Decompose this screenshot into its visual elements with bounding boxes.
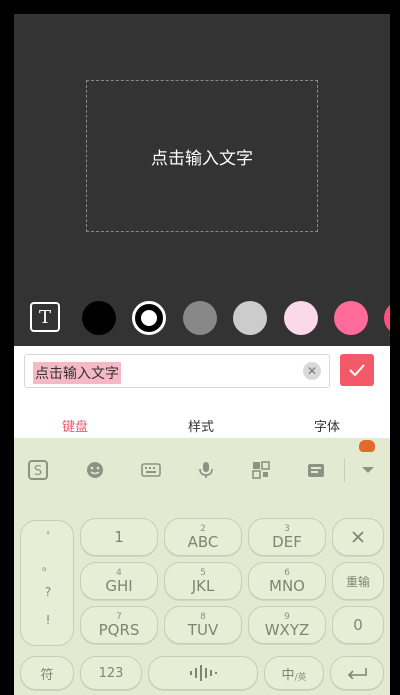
emoji-icon[interactable] xyxy=(85,460,105,480)
color-swatch-gray[interactable] xyxy=(183,301,217,335)
color-swatch-light-pink[interactable] xyxy=(284,301,318,335)
check-icon xyxy=(349,364,365,376)
reenter-button[interactable]: 重输 xyxy=(332,562,384,600)
punct-exclaim[interactable]: ! xyxy=(21,613,75,627)
ime-keyboard: S ' 。 ? ! 1 2 ABC 3 DEF 4 GHI 5 JKL 6 MN… xyxy=(14,438,390,695)
key-1[interactable]: 1 xyxy=(80,518,158,556)
text-input-panel: 点击输入文字 ✕ 键盘 样式 字体 xyxy=(14,346,390,448)
svg-text:S: S xyxy=(34,464,42,479)
backspace-icon xyxy=(352,531,364,543)
clipboard-icon[interactable] xyxy=(306,460,326,480)
color-picker-row: T xyxy=(14,296,390,336)
clear-icon[interactable]: ✕ xyxy=(303,362,321,380)
punct-period[interactable]: 。 xyxy=(21,557,75,574)
microphone-icon[interactable] xyxy=(196,460,216,480)
mascot-icon[interactable] xyxy=(359,440,375,452)
space-voice-button[interactable] xyxy=(148,656,258,690)
color-swatch-light-gray[interactable] xyxy=(233,301,267,335)
key-8-tuv[interactable]: 8 TUV xyxy=(164,606,242,644)
toolbar-divider xyxy=(344,458,345,482)
key-4-ghi[interactable]: 4 GHI xyxy=(80,562,158,600)
tab-keyboard[interactable]: 键盘 xyxy=(62,416,88,435)
keyboard-toolbar: S xyxy=(14,452,390,488)
punct-apostrophe[interactable]: ' xyxy=(21,529,75,543)
edit-canvas: 点击输入文字 T xyxy=(14,14,390,346)
delete-button[interactable] xyxy=(332,518,384,556)
color-swatch-pink[interactable] xyxy=(334,301,368,335)
collapse-arrow-icon[interactable] xyxy=(358,460,378,480)
key-5-jkl[interactable]: 5 JKL xyxy=(164,562,242,600)
key-2-abc[interactable]: 2 ABC xyxy=(164,518,242,556)
text-placeholder: 点击输入文字 xyxy=(151,148,253,169)
sogou-logo-icon[interactable]: S xyxy=(28,460,48,480)
text-placeholder-box[interactable]: 点击输入文字 xyxy=(86,80,318,232)
symbol-button[interactable]: 符 xyxy=(20,656,74,690)
tab-style[interactable]: 样式 xyxy=(188,416,214,435)
text-tool-icon[interactable]: T xyxy=(30,302,60,332)
qr-code-icon[interactable] xyxy=(251,460,271,480)
confirm-button[interactable] xyxy=(340,354,374,386)
key-7-pqrs[interactable]: 7 PQRS xyxy=(80,606,158,644)
app-screen: 点击输入文字 T 点击输入文字 ✕ 键盘 样式 字体 S ' 。 ? ! 1 2… xyxy=(14,14,390,695)
tab-font[interactable]: 字体 xyxy=(314,416,340,435)
enter-button[interactable] xyxy=(330,656,384,690)
voice-wave-icon xyxy=(190,665,217,681)
key-0[interactable]: 0 xyxy=(332,606,384,644)
key-3-def[interactable]: 3 DEF xyxy=(248,518,326,556)
enter-icon xyxy=(347,668,367,679)
punctuation-column[interactable]: ' 。 ? ! xyxy=(20,520,74,646)
color-swatch-hot-pink[interactable] xyxy=(384,301,390,335)
text-input-value: 点击输入文字 xyxy=(33,362,121,384)
color-swatch-white[interactable] xyxy=(132,301,166,335)
keyboard-icon[interactable] xyxy=(141,460,161,480)
color-swatch-black[interactable] xyxy=(82,301,116,335)
key-6-mno[interactable]: 6 MNO xyxy=(248,562,326,600)
text-input[interactable]: 点击输入文字 ✕ xyxy=(24,354,330,388)
language-toggle-button[interactable]: 中 /英 xyxy=(264,656,324,690)
keyboard-top-strip xyxy=(14,438,390,452)
punct-question[interactable]: ? xyxy=(21,585,75,599)
number-mode-button[interactable]: 123 xyxy=(80,656,142,690)
key-9-wxyz[interactable]: 9 WXYZ xyxy=(248,606,326,644)
